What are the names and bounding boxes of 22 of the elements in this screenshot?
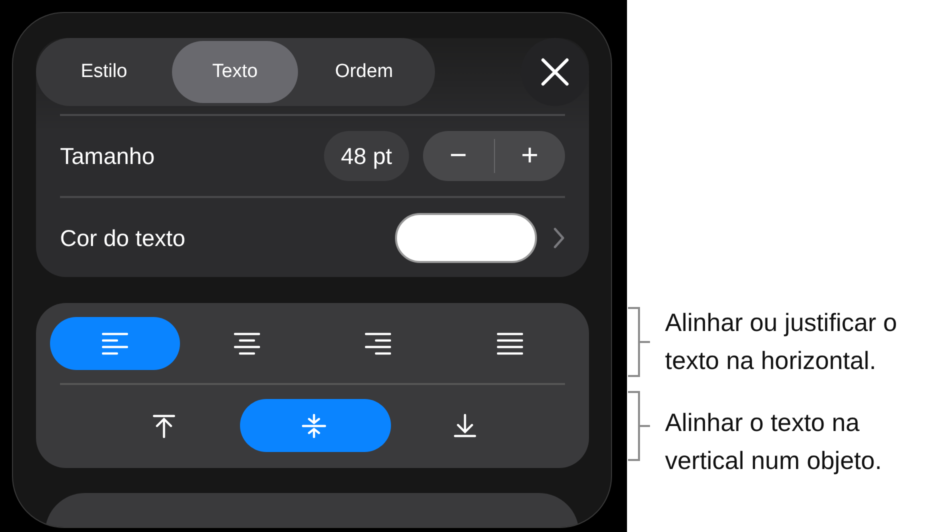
tab[interactable]: Estilo <box>39 41 169 103</box>
color-swatch[interactable] <box>395 213 537 263</box>
callout-text: Alinhar ou justificar o texto na horizontal. <box>665 308 898 377</box>
align-justify-icon <box>496 332 523 356</box>
decrease-button[interactable]: − <box>423 131 494 181</box>
tab[interactable]: Texto <box>172 41 298 103</box>
text-color-label: Cor do texto <box>60 224 186 252</box>
callout-bracket <box>627 390 651 462</box>
callout-bracket <box>627 306 651 378</box>
align-bottom-icon <box>452 414 479 438</box>
tab[interactable]: Ordem <box>301 41 427 103</box>
size-label: Tamanho <box>60 142 156 170</box>
alignment-button[interactable] <box>50 317 180 370</box>
increase-button[interactable]: + <box>494 131 565 181</box>
size-value: 48 pt <box>324 131 409 181</box>
align-middle-icon <box>302 414 328 438</box>
callout-text: Alinhar o texto na vertical num objeto. <box>665 408 883 477</box>
chevron-right-icon[interactable] <box>553 227 565 249</box>
align-left-icon <box>102 332 128 356</box>
align-center-icon <box>234 332 260 356</box>
align-right-icon <box>365 332 392 356</box>
close-icon <box>541 58 569 86</box>
